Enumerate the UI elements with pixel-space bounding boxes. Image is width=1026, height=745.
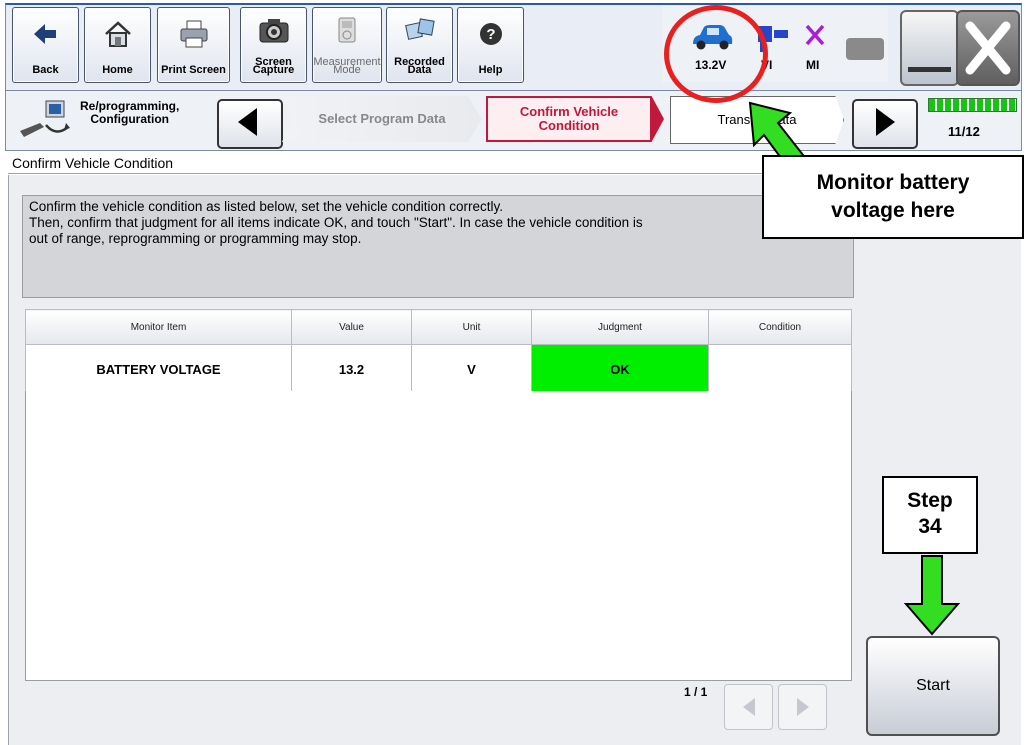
step-callout: Step 34	[882, 476, 978, 554]
page-prev-button[interactable]	[724, 684, 773, 730]
mi-label: MI	[806, 58, 820, 72]
col-judgment: Judgment	[531, 309, 709, 345]
section-label: Re/programming, Configuration	[80, 99, 180, 126]
table-header-row: Monitor Item Value Unit Judgment Conditi…	[25, 309, 852, 345]
camera-icon	[241, 13, 306, 47]
previous-step-button[interactable]	[217, 99, 283, 149]
recorded-data-icon	[387, 13, 452, 47]
print-screen-button[interactable]: Print Screen	[157, 7, 230, 83]
col-monitor-item: Monitor Item	[25, 309, 292, 345]
unit-cell: V	[411, 344, 532, 394]
minimize-button[interactable]	[900, 10, 959, 86]
help-icon: ?	[458, 17, 523, 51]
mi-disconnected-icon	[803, 22, 827, 53]
triangle-left-icon	[742, 698, 755, 716]
close-button[interactable]	[956, 10, 1020, 86]
col-condition: Condition	[708, 309, 852, 345]
home-icon	[85, 17, 150, 51]
home-button[interactable]: Home	[84, 7, 151, 83]
col-unit: Unit	[411, 309, 532, 345]
condition-cell	[708, 344, 852, 394]
instruction-box: Confirm the vehicle condition as listed …	[22, 195, 854, 298]
close-icon	[965, 21, 1011, 75]
printer-icon	[158, 17, 229, 51]
table-empty-area	[25, 391, 852, 681]
next-step-button[interactable]	[852, 99, 918, 149]
start-button[interactable]: Start	[866, 636, 1000, 736]
help-button[interactable]: ? Help	[457, 7, 524, 83]
step-confirm-vehicle-condition: Confirm Vehicle Condition	[486, 96, 664, 142]
col-value: Value	[291, 309, 412, 345]
table-row: BATTERY VOLTAGE 13.2 V OK	[25, 344, 852, 394]
judgment-cell: OK	[531, 344, 709, 394]
highlight-circle	[664, 5, 768, 103]
triangle-left-icon	[238, 108, 257, 136]
green-arrow-down	[903, 555, 961, 636]
back-button[interactable]: Back	[12, 7, 79, 83]
monitor-item-cell: BATTERY VOLTAGE	[25, 344, 292, 394]
step-counter: 11/12	[948, 124, 980, 139]
progress-bar	[928, 98, 1017, 112]
back-arrow-icon	[13, 17, 78, 51]
measurement-icon	[313, 13, 381, 47]
page-next-button[interactable]	[778, 684, 827, 730]
page-indicator: 1 / 1	[684, 685, 708, 699]
screen-capture-button[interactable]: Screen Capture	[240, 7, 307, 83]
monitor-table: Monitor Item Value Unit Judgment Conditi…	[25, 309, 852, 394]
reprogramming-icon	[16, 97, 74, 148]
svg-text:?: ?	[486, 26, 495, 43]
value-cell: 13.2	[291, 344, 412, 394]
monitor-battery-callout: Monitor battery voltage here	[762, 155, 1024, 239]
triangle-right-icon	[796, 698, 809, 716]
measurement-mode-button[interactable]: Measurement Mode	[312, 7, 382, 83]
recorded-data-button[interactable]: Recorded Data	[386, 7, 453, 83]
step-select-program-data: Select Program Data	[282, 96, 482, 142]
battery-icon	[846, 38, 884, 60]
triangle-right-icon	[876, 108, 895, 136]
